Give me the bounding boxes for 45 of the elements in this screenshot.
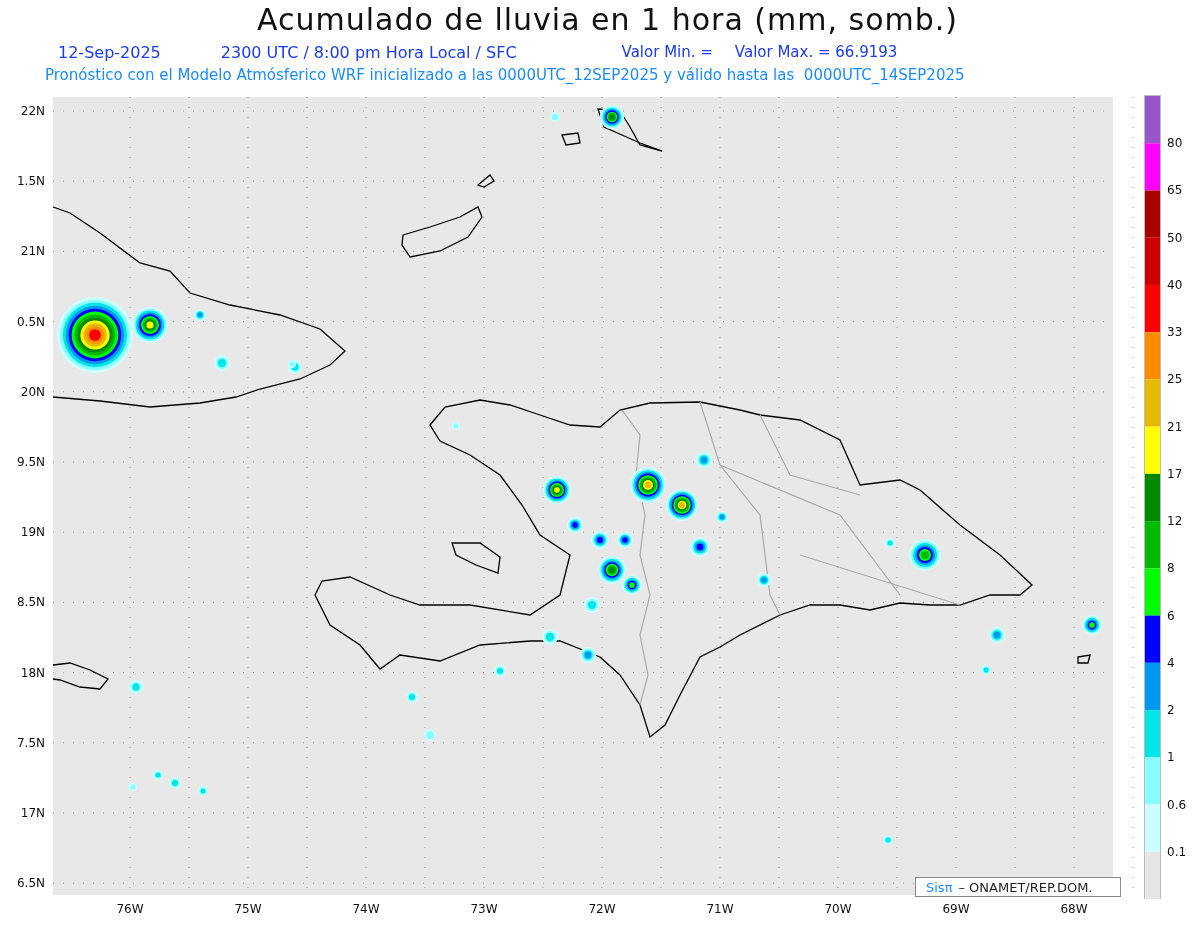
legend-label: 1 <box>1167 750 1175 765</box>
latitude-label: 9.5N <box>16 455 45 469</box>
min-value-label: Valor Min. = <box>621 43 713 61</box>
legend-label: 80 <box>1167 136 1183 151</box>
longitude-label: 68W <box>1060 902 1088 916</box>
latitude-label: 6.5N <box>16 876 45 891</box>
max-value-label: Valor Max. = 66.9193 <box>734 43 898 61</box>
legend-label: 4 <box>1167 655 1175 670</box>
legend-label: 21 <box>1167 419 1183 434</box>
legend-label: 8 <box>1167 561 1175 576</box>
longitude-label: 73W <box>470 902 498 916</box>
brand-label: Sisπ <box>926 879 953 895</box>
legend-label: 17 <box>1167 466 1183 481</box>
latitude-label: 1.5N <box>16 174 45 189</box>
latitude-label: 22N <box>20 104 45 118</box>
longitude-label: 70W <box>824 902 852 916</box>
date-label: 12-Sep-2025 <box>58 42 161 62</box>
legend-label: 25 <box>1167 372 1183 387</box>
longitude-label: 74W <box>352 902 380 916</box>
legend-label: 12 <box>1167 514 1183 529</box>
longitude-label: 76W <box>116 902 144 916</box>
legend-label: 0.1 <box>1167 844 1187 859</box>
latitude-label: 8.5N <box>16 595 45 610</box>
credit-label: – ONAMET/REP.DOM. <box>958 879 1093 895</box>
longitude-label: 71W <box>706 902 734 916</box>
legend-label: 40 <box>1167 277 1183 292</box>
legend-label: 33 <box>1167 325 1183 340</box>
legend-label: 6 <box>1167 608 1175 623</box>
latitude-label: 20N <box>20 384 45 399</box>
legend-label: 65 <box>1167 183 1183 198</box>
latitude-label: 17N <box>20 806 45 820</box>
longitude-label: 72W <box>588 902 616 916</box>
latitude-label: 21N <box>20 244 45 259</box>
legend-label: 2 <box>1167 703 1175 718</box>
latitude-label: 18N <box>20 665 45 680</box>
time-label: 2300 UTC / 8:00 pm Hora Local / SFC <box>220 42 517 62</box>
latitude-label: 0.5N <box>16 314 45 329</box>
latitude-label: 7.5N <box>16 735 45 750</box>
latitude-label: 19N <box>20 525 45 540</box>
map-title: Acumulado de lluvia en 1 hora (mm, somb.) <box>255 1 960 39</box>
legend-label: 0.6 <box>1167 797 1187 812</box>
legend-label: 50 <box>1167 230 1183 245</box>
forecast-description: Pronóstico con el Modelo Atmósferico WRF inicializado a las 0000UTC_12SEP2025 y válido hasta las 0000UTC_14SEP2025 <box>44 65 966 86</box>
longitude-label: 69W <box>942 902 970 916</box>
longitude-label: 75W <box>234 902 262 916</box>
